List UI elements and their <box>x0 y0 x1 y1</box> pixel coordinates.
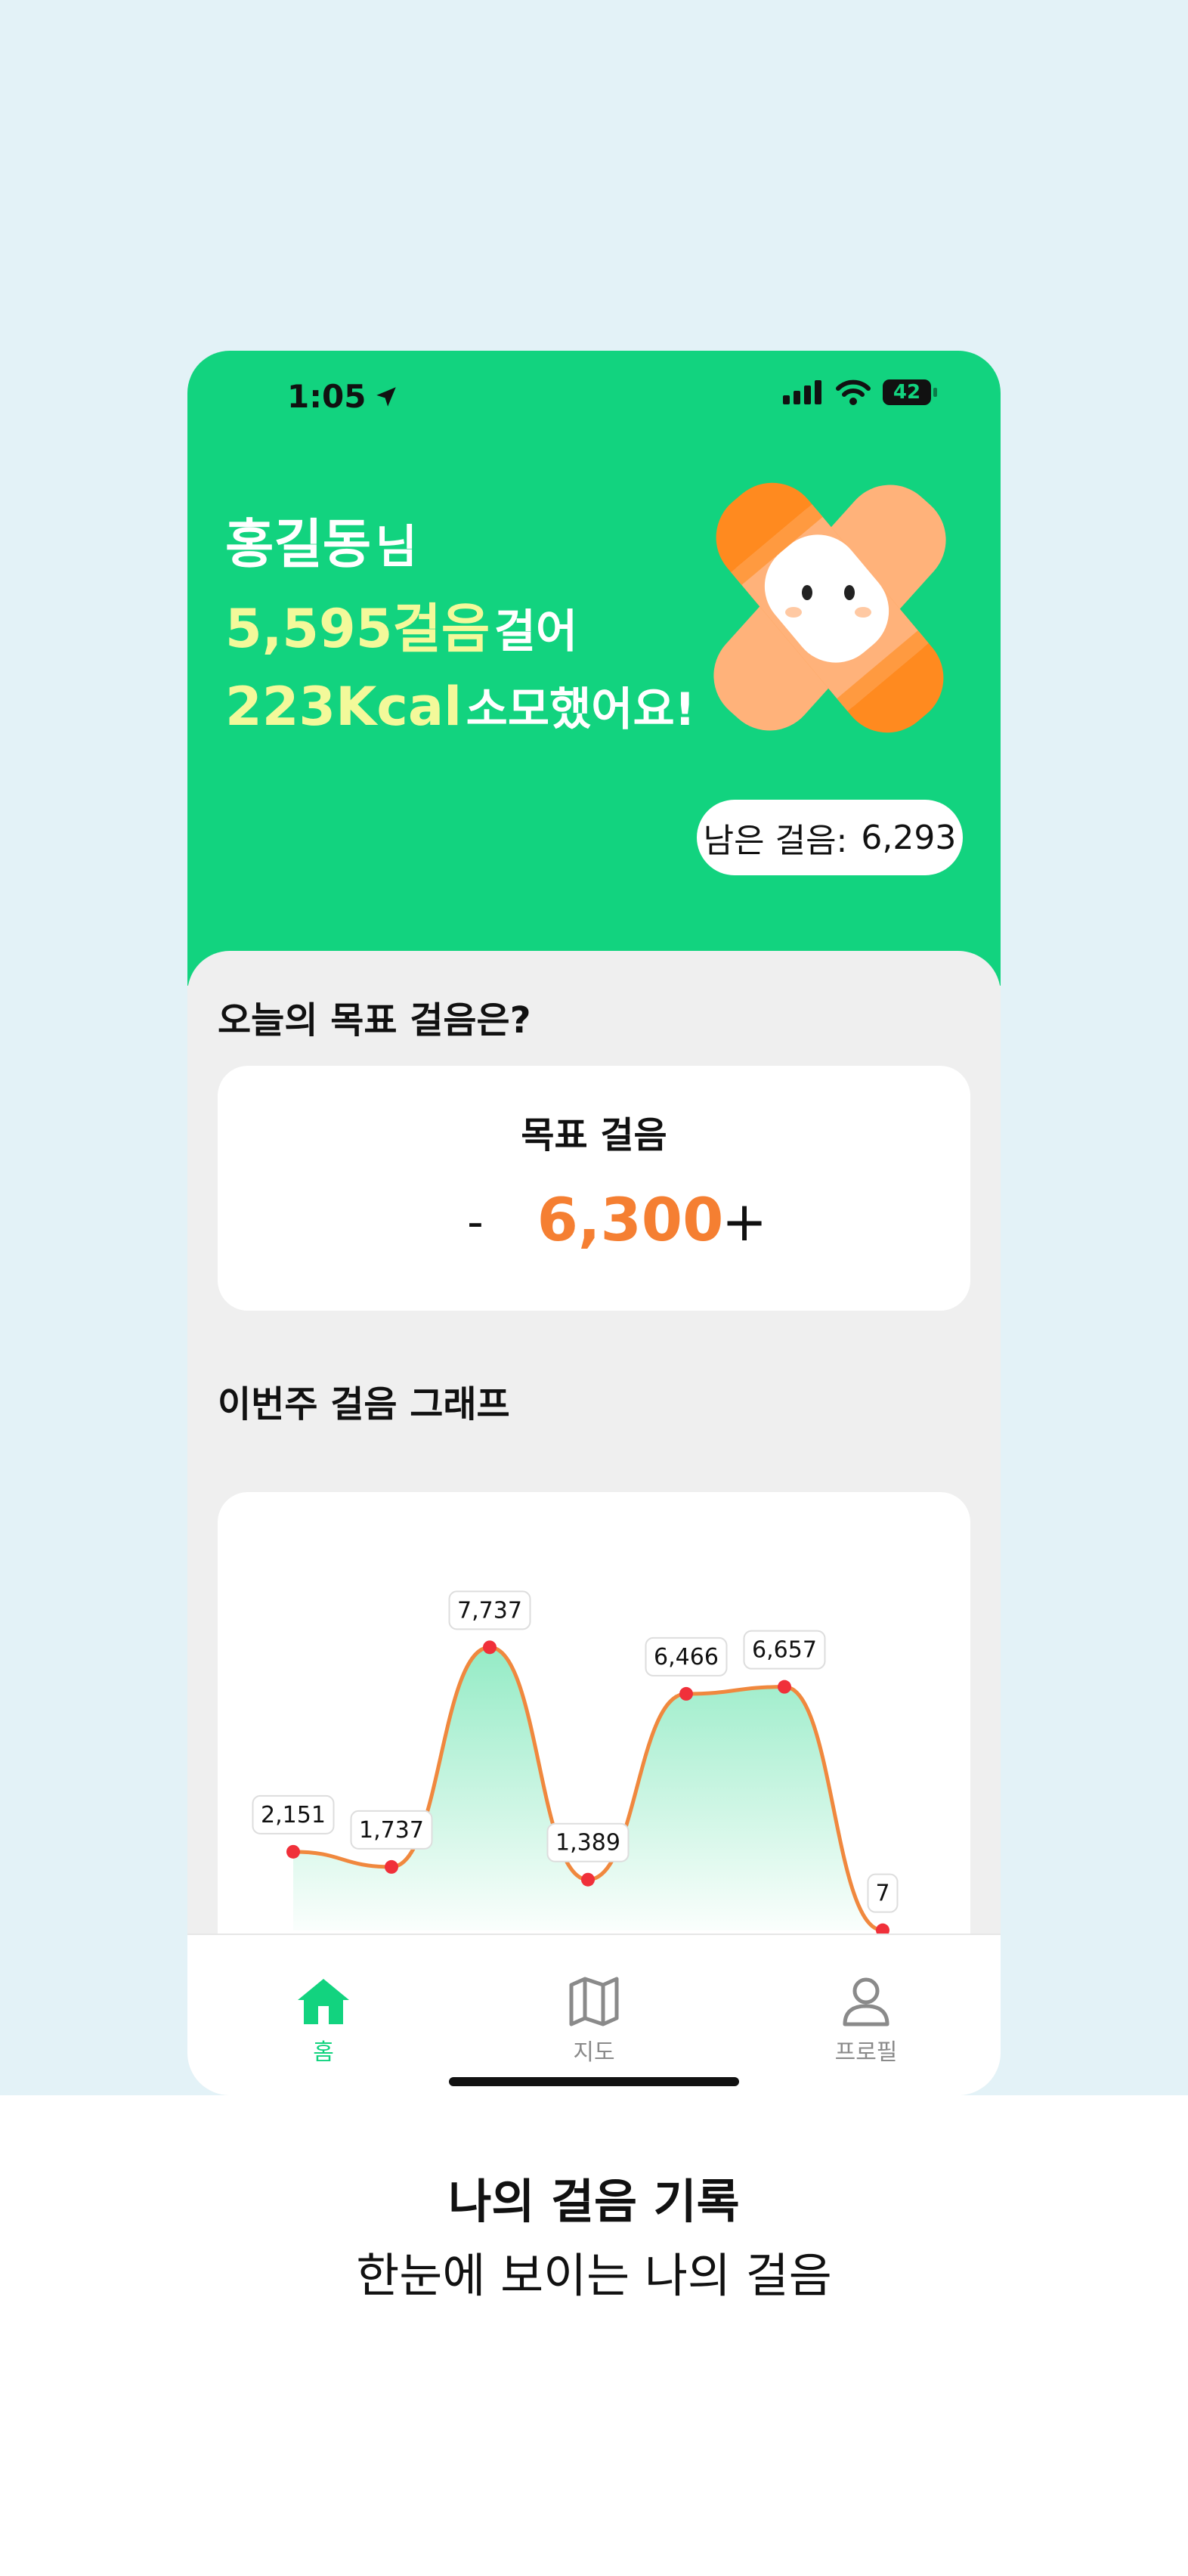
goal-increase-button[interactable]: + <box>718 1190 771 1253</box>
remaining-steps-label: 남은 걸음: <box>703 822 848 860</box>
data-label: 1,389 <box>555 1830 620 1856</box>
goal-stepper: - 6,300 + <box>218 1187 970 1262</box>
weekly-chart-card: 2,151일1,737월7,737화1,389수6,466목6,657금7토 <box>218 1492 970 1976</box>
signal-icon <box>783 380 821 404</box>
caption-title: 나의 걸음 기록 <box>448 2174 740 2229</box>
battery-icon: 42 <box>883 379 937 405</box>
data-label: 7,737 <box>457 1597 522 1624</box>
tab-profile[interactable]: 프로필 <box>806 1974 927 2067</box>
calories-line: 223Kcal 소모했어요! <box>225 673 695 738</box>
status-time-text: 1:05 <box>287 378 367 415</box>
chart-point <box>483 1640 497 1655</box>
bandage-mascot-icon <box>713 482 946 733</box>
tab-map-label: 지도 <box>573 2039 615 2066</box>
goal-value: 6,300 <box>537 1187 724 1255</box>
goal-card: 목표 걸음 - 6,300 + <box>218 1066 970 1311</box>
battery-level: 42 <box>893 381 921 404</box>
data-label: 1,737 <box>359 1817 424 1844</box>
greeting-name-line: 홍길동 님 <box>225 502 417 578</box>
chart-point <box>581 1872 595 1887</box>
chart-point <box>679 1686 693 1701</box>
tab-map[interactable]: 지도 <box>534 1974 654 2067</box>
map-icon <box>569 1977 619 2026</box>
home-icon <box>298 1979 349 2024</box>
data-label: 7 <box>875 1881 889 1907</box>
profile-icon <box>843 1977 889 2026</box>
weekly-steps-chart: 2,151일1,737월7,737화1,389수6,466목6,657금7토 <box>252 1590 899 1971</box>
calories-value: 223Kcal <box>225 676 463 738</box>
location-arrow-icon <box>376 386 397 407</box>
hero-section: 1:05 42 홍길동 님 5,595걸음 걸어 223Kcal 소모했어요! … <box>187 351 1001 986</box>
remaining-steps-badge: 남은 걸음: 6,293 <box>697 800 963 875</box>
caption-subtitle: 한눈에 보이는 나의 걸음 <box>356 2248 832 2303</box>
data-label: 6,466 <box>654 1644 719 1670</box>
tab-profile-label: 프로필 <box>834 2039 898 2066</box>
remaining-steps-value: 6,293 <box>861 818 957 857</box>
steps-line: 5,595걸음 걸어 <box>225 587 577 663</box>
home-indicator <box>449 2077 739 2086</box>
chart-point <box>778 1680 791 1694</box>
weekly-section-title: 이번주 걸음 그래프 <box>218 1383 510 1426</box>
tab-home-label: 홈 <box>313 2039 334 2066</box>
chart-point <box>286 1844 300 1859</box>
goal-decrease-button[interactable]: - <box>456 1196 494 1249</box>
steps-suffix: 걸어 <box>493 605 578 658</box>
status-bar-icons: 42 <box>783 379 937 405</box>
user-suffix: 님 <box>375 521 417 574</box>
calories-suffix: 소모했어요! <box>466 683 696 736</box>
wifi-icon <box>836 379 871 405</box>
bottom-tab-bar: 홈 지도 프로필 <box>187 1934 1001 2095</box>
main-content: 오늘의 목표 걸음은? 목표 걸음 - 6,300 + 이번주 걸음 그래프 2… <box>187 951 1001 2095</box>
data-label: 6,657 <box>752 1637 817 1664</box>
goal-section-title: 오늘의 목표 걸음은? <box>218 999 531 1042</box>
data-label: 2,151 <box>261 1802 326 1828</box>
user-name: 홍길동 <box>225 513 372 575</box>
chart-point <box>385 1859 398 1874</box>
status-bar-time: 1:05 <box>287 378 399 415</box>
tab-home[interactable]: 홈 <box>263 1974 384 2067</box>
steps-value: 5,595걸음 <box>225 598 490 660</box>
phone-screen: 1:05 42 홍길동 님 5,595걸음 걸어 223Kcal 소모했어요! … <box>187 351 1001 2095</box>
goal-card-label: 목표 걸음 <box>521 1114 667 1156</box>
